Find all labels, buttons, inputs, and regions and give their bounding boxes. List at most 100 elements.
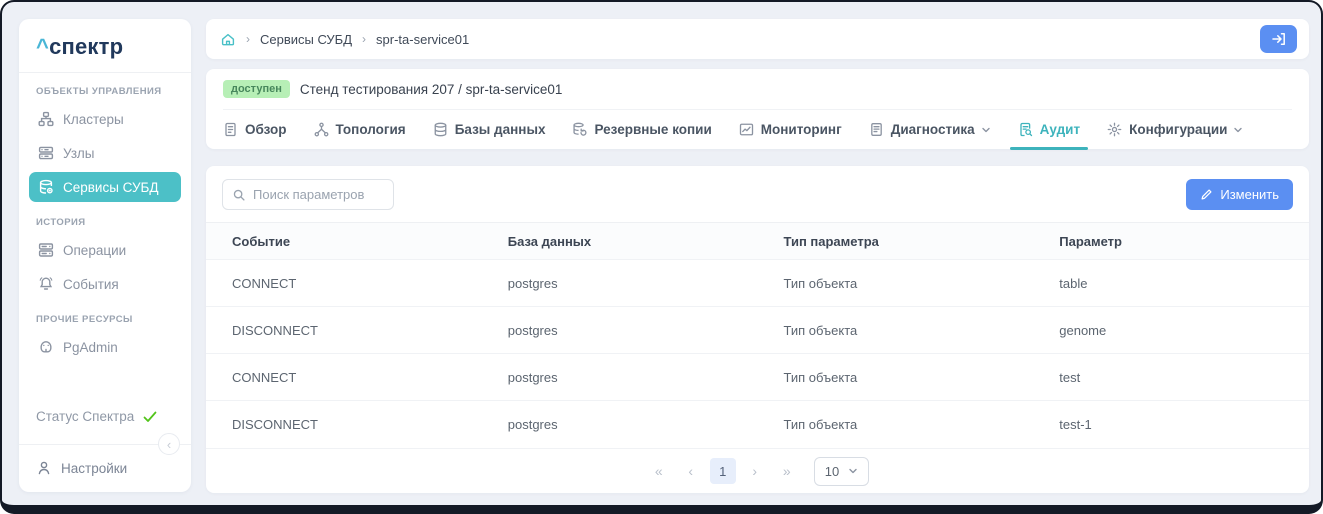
audit-table-card: Изменить Событие База данных Тип парамет…: [206, 166, 1309, 493]
tab-configurations[interactable]: Конфигурации: [1107, 110, 1243, 149]
logout-icon: [1271, 31, 1287, 47]
settings-label: Настройки: [61, 461, 127, 476]
gear-icon: [1107, 122, 1122, 137]
cell-database: postgres: [482, 276, 758, 291]
cell-param: genome: [1033, 323, 1309, 338]
tab-bar: Обзор Топология Базы данных Резервные ко…: [223, 109, 1292, 149]
pagination-first-button[interactable]: «: [646, 458, 672, 484]
tab-label: Конфигурации: [1129, 122, 1227, 137]
cell-event: CONNECT: [206, 370, 482, 385]
pencil-icon: [1200, 188, 1213, 201]
cell-database: postgres: [482, 323, 758, 338]
sidebar-item-db-services[interactable]: Сервисы СУБД: [29, 172, 181, 202]
tab-label: Обзор: [245, 122, 287, 137]
column-header-param: Параметр: [1033, 234, 1309, 249]
column-header-param-type: Тип параметра: [758, 234, 1034, 249]
sidebar-section-history: ИСТОРИЯ: [19, 204, 191, 233]
table-row[interactable]: CONNECT postgres Тип объекта test: [206, 353, 1309, 400]
cell-database: postgres: [482, 370, 758, 385]
service-header-card: доступен Стенд тестирования 207 / spr-ta…: [206, 69, 1309, 149]
sidebar-item-label: События: [63, 277, 119, 292]
table-toolbar: Изменить: [206, 166, 1309, 222]
nodes-icon: [38, 145, 54, 161]
main-content: › Сервисы СУБД › spr-ta-service01 доступ…: [206, 19, 1309, 493]
tab-label: Аудит: [1040, 122, 1080, 137]
document-icon: [223, 122, 238, 137]
table-row[interactable]: CONNECT postgres Тип объекта table: [206, 259, 1309, 306]
topology-icon: [314, 122, 329, 137]
page-size-value: 10: [825, 464, 839, 479]
database-icon: [433, 122, 448, 137]
app-window: ^спектр ОБЪЕКТЫ УПРАВЛЕНИЯ Кластеры Узлы…: [0, 0, 1323, 514]
table-row[interactable]: DISCONNECT postgres Тип объекта test-1: [206, 400, 1309, 447]
chevron-down-icon: [848, 466, 858, 476]
cell-param-type: Тип объекта: [758, 323, 1034, 338]
sidebar-divider: ‹: [19, 444, 191, 445]
book-icon: [869, 122, 884, 137]
tab-monitoring[interactable]: Мониторинг: [739, 110, 842, 149]
page-size-select[interactable]: 10: [814, 457, 869, 486]
home-icon[interactable]: [220, 31, 236, 47]
tab-audit[interactable]: Аудит: [1018, 110, 1080, 149]
pagination-last-button[interactable]: »: [774, 458, 800, 484]
tab-label: Резервные копии: [594, 122, 711, 137]
app-logo: ^спектр: [19, 19, 191, 73]
pagination: « ‹ 1 › » 10: [206, 448, 1309, 493]
cell-event: DISCONNECT: [206, 323, 482, 338]
sidebar-item-label: Операции: [63, 243, 126, 258]
pagination-prev-button[interactable]: ‹: [678, 458, 704, 484]
cell-param: table: [1033, 276, 1309, 291]
chevron-down-icon: [981, 125, 991, 135]
cell-event: CONNECT: [206, 276, 482, 291]
logo-caret: ^: [36, 34, 49, 59]
sidebar-item-clusters[interactable]: Кластеры: [29, 104, 181, 134]
tab-diagnostics[interactable]: Диагностика: [869, 110, 991, 149]
table-header-row: Событие База данных Тип параметра Параме…: [206, 222, 1309, 259]
edit-button[interactable]: Изменить: [1186, 179, 1293, 210]
chevron-right-icon: ›: [362, 32, 366, 46]
sidebar-item-nodes[interactable]: Узлы: [29, 138, 181, 168]
tab-databases[interactable]: Базы данных: [433, 110, 546, 149]
logout-button[interactable]: [1260, 25, 1297, 53]
pagination-current-page[interactable]: 1: [710, 458, 736, 484]
backup-icon: [572, 122, 587, 137]
breadcrumb-db-services[interactable]: Сервисы СУБД: [260, 32, 352, 47]
audit-icon: [1018, 122, 1033, 137]
search-input[interactable]: [253, 187, 384, 202]
status-badge: доступен: [223, 80, 290, 98]
sidebar-item-label: Сервисы СУБД: [63, 180, 159, 195]
column-header-event: Событие: [206, 234, 482, 249]
cell-param-type: Тип объекта: [758, 370, 1034, 385]
sidebar-collapse-button[interactable]: ‹: [158, 433, 180, 455]
pagination-next-button[interactable]: ›: [742, 458, 768, 484]
column-header-database: База данных: [482, 234, 758, 249]
service-title: Стенд тестирования 207 / spr-ta-service0…: [300, 82, 563, 97]
cell-database: postgres: [482, 417, 758, 432]
sidebar-item-events[interactable]: События: [29, 269, 181, 299]
service-title-row: доступен Стенд тестирования 207 / spr-ta…: [223, 69, 1292, 109]
cell-param: test-1: [1033, 417, 1309, 432]
sidebar-item-pgadmin[interactable]: PgAdmin: [29, 332, 181, 362]
bell-icon: [38, 276, 54, 292]
edit-button-label: Изменить: [1220, 187, 1279, 202]
tab-label: Диагностика: [891, 122, 975, 137]
sidebar-section-other: ПРОЧИЕ РЕСУРСЫ: [19, 301, 191, 330]
sidebar-item-label: Узлы: [63, 146, 94, 161]
person-icon: [36, 460, 52, 476]
chevron-right-icon: ›: [246, 32, 250, 46]
tab-topology[interactable]: Топология: [314, 110, 406, 149]
tab-backups[interactable]: Резервные копии: [572, 110, 711, 149]
cluster-icon: [38, 111, 54, 127]
breadcrumb-current: spr-ta-service01: [376, 32, 469, 47]
operations-icon: [38, 242, 54, 258]
breadcrumb: › Сервисы СУБД › spr-ta-service01: [206, 19, 1309, 59]
chevron-left-icon: ‹: [167, 438, 171, 451]
sidebar-item-label: PgAdmin: [63, 340, 118, 355]
sidebar-item-operations[interactable]: Операции: [29, 235, 181, 265]
search-box[interactable]: [222, 179, 394, 210]
table-row[interactable]: DISCONNECT postgres Тип объекта genome: [206, 306, 1309, 353]
chevron-down-icon: [1233, 125, 1243, 135]
sidebar-item-label: Кластеры: [63, 112, 124, 127]
tab-overview[interactable]: Обзор: [223, 110, 287, 149]
tab-label: Мониторинг: [761, 122, 842, 137]
